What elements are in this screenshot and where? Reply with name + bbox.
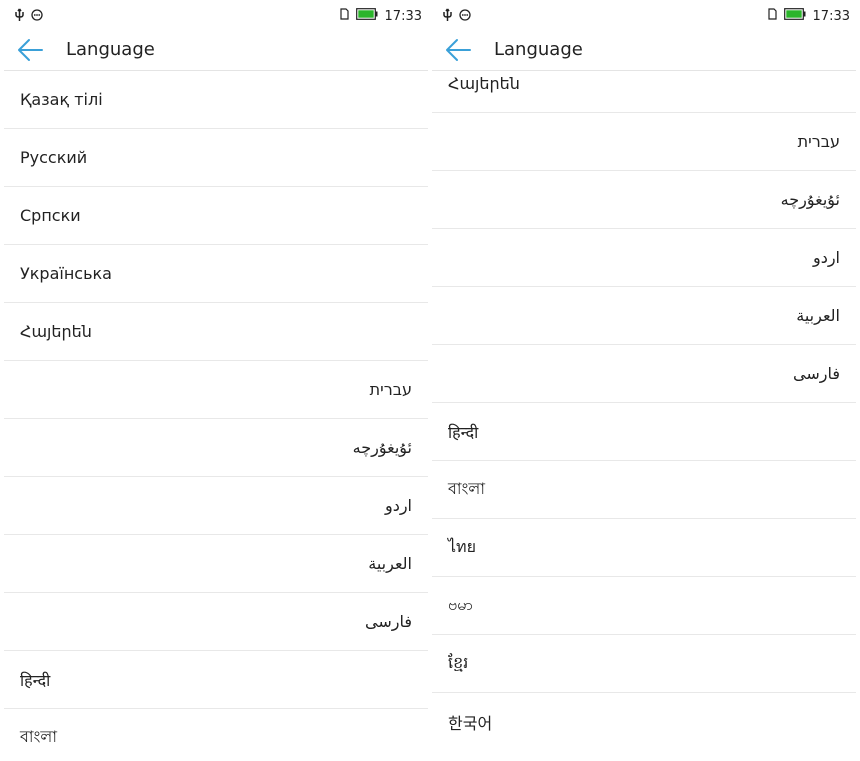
language-label: Русский (20, 148, 88, 167)
language-row[interactable]: עברית (432, 113, 856, 171)
language-label: العربية (796, 306, 840, 325)
language-label: ئۇيغۇرچە (352, 438, 412, 457)
language-label: हिन्दी (448, 422, 479, 442)
language-row[interactable]: हिन्दी (432, 403, 856, 461)
status-time: 17:33 (384, 8, 422, 24)
language-row[interactable]: فارسی (4, 593, 428, 651)
arrow-left-icon (18, 39, 43, 61)
language-label: فارسی (793, 364, 840, 383)
language-label: 한국어 (448, 713, 493, 733)
language-row[interactable]: Русский (4, 129, 428, 187)
back-button[interactable] (444, 36, 474, 64)
language-label: العربية (368, 554, 412, 573)
language-row[interactable]: ខ្មែរ (432, 635, 856, 693)
language-row[interactable]: Українська (4, 245, 428, 303)
language-label: ខ្មែរ (448, 652, 469, 672)
language-list[interactable]: Қазақ тілі Русский Српски Українська Հայերեն… (4, 71, 428, 761)
language-label: Հայերեն (20, 322, 92, 341)
language-label: Українська (20, 264, 112, 283)
page-title: Language (494, 39, 583, 60)
language-row[interactable]: Српски (4, 187, 428, 245)
language-label: ไทย (448, 537, 476, 556)
language-label: اردو (812, 248, 840, 267)
language-row[interactable]: Қазақ тілі (4, 71, 428, 129)
language-label: Қазақ тілі (20, 90, 103, 109)
language-label: עברית (797, 132, 840, 151)
language-row[interactable]: עברית (4, 361, 428, 419)
language-row[interactable]: বাংলা (4, 709, 428, 761)
language-row[interactable]: Հայերեն (432, 71, 856, 113)
language-row[interactable]: اردو (4, 477, 428, 535)
sim-icon (339, 8, 349, 24)
arrow-left-icon (446, 39, 471, 61)
language-row[interactable]: العربية (4, 535, 428, 593)
language-row[interactable]: اردو (432, 229, 856, 287)
language-row[interactable]: Հայերեն (4, 303, 428, 361)
language-label: Српски (20, 206, 81, 225)
language-row[interactable]: हिन्दी (4, 651, 428, 709)
language-row[interactable]: العربية (432, 287, 856, 345)
back-button[interactable] (16, 36, 46, 64)
phone-screen-left: 17:33 Language Қазақ тілі Русский Српски Ук… (4, 0, 428, 761)
language-row[interactable]: ئۇيغۇرچە (4, 419, 428, 477)
phone-screen-right: 17:33 Language Հայերեն עברית ئۇيغۇرچە اردو ا… (432, 0, 856, 761)
language-list[interactable]: Հայերեն עברית ئۇيغۇرچە اردو العربية فارسی हिन्… (432, 71, 856, 761)
status-time: 17:33 (812, 8, 850, 24)
sync-icon (459, 9, 471, 25)
language-row[interactable]: ไทย (432, 519, 856, 577)
app-bar: Language (432, 32, 856, 71)
language-label: বাংলা (20, 727, 57, 746)
battery-icon (355, 8, 378, 24)
language-label: فارسی (365, 612, 412, 631)
language-row[interactable]: فارسی (432, 345, 856, 403)
sync-icon (31, 9, 43, 25)
language-row[interactable]: বাংলা (432, 461, 856, 519)
language-row[interactable]: 한국어 (432, 693, 856, 750)
sim-icon (767, 8, 777, 24)
language-label: Հայերեն (448, 74, 520, 93)
language-label: ئۇيغۇرچە (780, 190, 840, 209)
language-label: עברית (369, 380, 412, 399)
status-bar: 17:33 (432, 0, 856, 32)
language-row[interactable]: ဗမာ (432, 577, 856, 635)
usb-icon (442, 8, 453, 26)
usb-icon (14, 8, 25, 26)
language-label: বাংলা (448, 479, 485, 498)
status-bar: 17:33 (4, 0, 428, 32)
language-label: اردو (384, 496, 412, 515)
battery-icon (783, 8, 806, 24)
language-label: हिन्दी (20, 670, 51, 690)
language-row[interactable]: ئۇيغۇرچە (432, 171, 856, 229)
page-title: Language (66, 39, 155, 60)
language-label: ဗမာ (448, 594, 473, 614)
app-bar: Language (4, 32, 428, 71)
